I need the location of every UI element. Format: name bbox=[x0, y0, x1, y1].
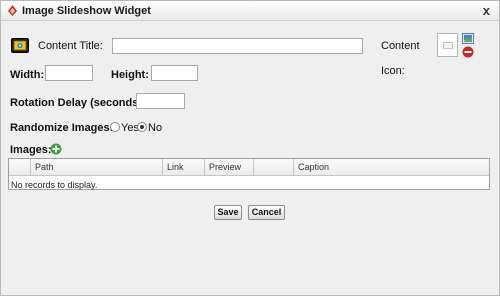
close-button[interactable]: x bbox=[483, 3, 490, 18]
column-header-select[interactable] bbox=[9, 159, 31, 176]
empty-table-message: No records to display. bbox=[11, 180, 98, 190]
column-header-blank[interactable] bbox=[254, 159, 294, 176]
width-label: Width: bbox=[10, 69, 45, 81]
randomize-yes-radio[interactable] bbox=[110, 122, 120, 132]
add-image-icon[interactable] bbox=[50, 143, 62, 155]
content-title-input[interactable] bbox=[112, 38, 363, 54]
randomize-images-label: Randomize Images: bbox=[10, 122, 114, 134]
height-input[interactable] bbox=[151, 65, 198, 81]
content-icon-label: Content bbox=[381, 40, 420, 52]
save-button[interactable]: Save bbox=[214, 205, 242, 220]
table-header: Path Link Preview Caption bbox=[9, 159, 489, 176]
widget-logo-icon bbox=[8, 5, 17, 16]
cancel-button[interactable]: Cancel bbox=[248, 205, 285, 220]
rotation-delay-input[interactable] bbox=[136, 93, 185, 109]
content-title-label: Content Title: bbox=[38, 40, 103, 52]
rotation-delay-label: Rotation Delay (seconds): bbox=[10, 97, 146, 109]
content-icon-preview bbox=[437, 33, 458, 57]
window-title: Image Slideshow Widget bbox=[22, 5, 151, 17]
title-bar[interactable]: Image Slideshow Widget x bbox=[1, 1, 499, 21]
dialog-window: Image Slideshow Widget x Content Title: … bbox=[0, 0, 500, 296]
column-header-preview[interactable]: Preview bbox=[205, 159, 254, 176]
height-label: Height: bbox=[111, 69, 149, 81]
randomize-no-radio[interactable] bbox=[137, 122, 147, 132]
content-icon-label-suffix: Icon: bbox=[381, 65, 405, 77]
images-label: Images: bbox=[10, 144, 52, 156]
remove-icon[interactable] bbox=[462, 46, 474, 58]
placeholder-image-icon bbox=[443, 42, 453, 49]
width-input[interactable] bbox=[45, 65, 93, 81]
image-icon bbox=[13, 40, 27, 51]
column-header-link[interactable]: Link bbox=[163, 159, 205, 176]
images-table: Path Link Preview Caption No records to … bbox=[8, 158, 490, 190]
column-header-caption[interactable]: Caption bbox=[294, 159, 489, 176]
randomize-no-label[interactable]: No bbox=[148, 122, 162, 134]
content-icon-button[interactable] bbox=[11, 38, 29, 53]
upload-image-icon[interactable] bbox=[462, 33, 474, 44]
column-header-path[interactable]: Path bbox=[31, 159, 163, 176]
